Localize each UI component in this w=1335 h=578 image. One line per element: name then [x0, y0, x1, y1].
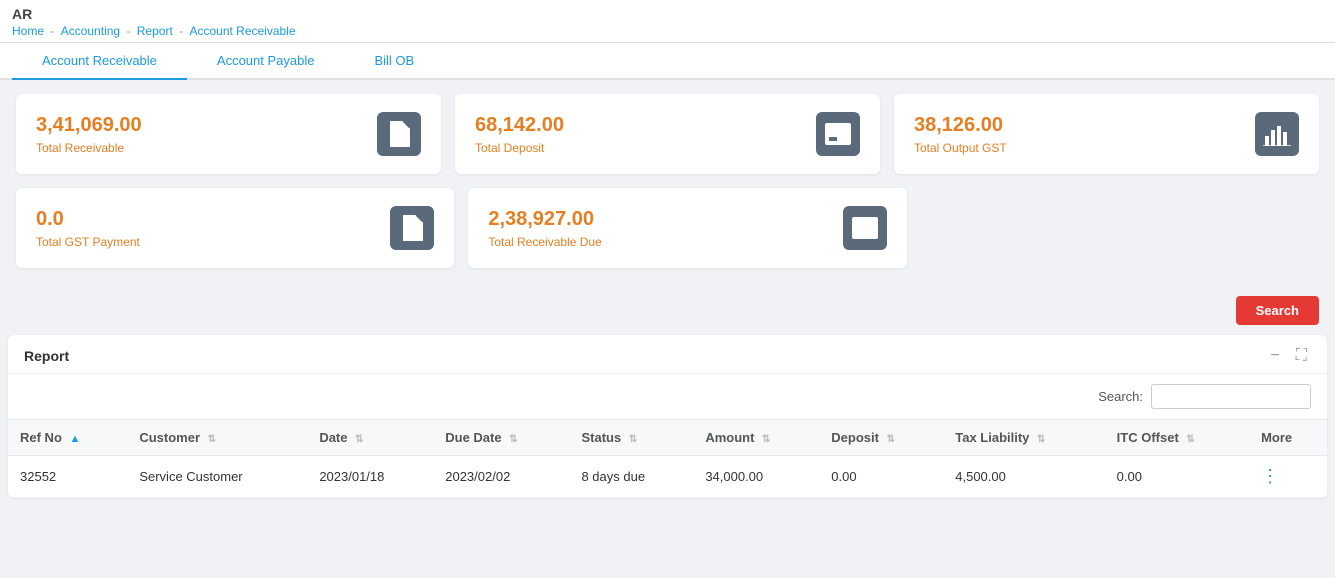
total-gst-payment-value: 0.0	[36, 208, 140, 231]
search-btn-row: Search	[0, 296, 1335, 335]
total-receivable-value: 3,41,069.00	[36, 114, 142, 137]
col-more: More	[1249, 420, 1327, 456]
tab-account-payable[interactable]: Account Payable	[187, 43, 345, 78]
sort-arrows-tax: ⇅	[1037, 434, 1045, 445]
total-receivable-label: Total Receivable	[36, 141, 142, 155]
card-spacer	[921, 188, 1319, 268]
sort-asc-icon: ▲	[70, 433, 81, 445]
header: AR Home - Accounting - Report - Account …	[0, 0, 1335, 43]
total-receivable-due-label: Total Receivable Due	[488, 235, 601, 249]
page-title: AR	[12, 6, 1323, 22]
card-total-receivable-due: 2,38,927.00 Total Receivable Due	[468, 188, 906, 268]
report-controls: − ⛶	[1266, 347, 1311, 365]
table-search-input[interactable]	[1151, 384, 1311, 409]
col-customer: Customer ⇅	[127, 420, 307, 456]
col-due-date: Due Date ⇅	[433, 420, 569, 456]
sort-arrows-status: ⇅	[629, 434, 637, 445]
tab-account-receivable[interactable]: Account Receivable	[12, 43, 187, 78]
card-total-deposit: 68,142.00 Total Deposit	[455, 94, 880, 174]
col-status: Status ⇅	[569, 420, 693, 456]
report-section: Report − ⛶ Search: Ref No ▲ Customer ⇅ D…	[8, 335, 1327, 498]
deposit-icon	[816, 112, 860, 156]
breadcrumb-ar[interactable]: Account Receivable	[189, 24, 295, 38]
card-total-receivable: 3,41,069.00 Total Receivable	[16, 94, 441, 174]
more-options-button[interactable]: ⋮	[1249, 456, 1327, 498]
more-dots-icon[interactable]: ⋮	[1261, 466, 1279, 486]
breadcrumb-home[interactable]: Home	[12, 24, 44, 38]
report-table: Ref No ▲ Customer ⇅ Date ⇅ Due Date ⇅ St…	[8, 419, 1327, 498]
col-deposit: Deposit ⇅	[819, 420, 943, 456]
breadcrumb-accounting[interactable]: Accounting	[61, 24, 120, 38]
cards-row-1: 3,41,069.00 Total Receivable 68,142.00 T…	[16, 94, 1319, 174]
total-deposit-label: Total Deposit	[475, 141, 564, 155]
tabs: Account Receivable Account Payable Bill …	[0, 43, 1335, 80]
sort-arrows-deposit: ⇅	[887, 434, 895, 445]
cards-row-2: 0.0 Total GST Payment 2,38,927.00 Total …	[16, 188, 1319, 268]
breadcrumb-report[interactable]: Report	[137, 24, 173, 38]
total-output-gst-value: 38,126.00	[914, 114, 1007, 137]
expand-button[interactable]: ⛶	[1292, 347, 1311, 365]
search-button[interactable]: Search	[1236, 296, 1319, 325]
deposit-icon-2	[843, 206, 887, 250]
sort-arrows-itc: ⇅	[1186, 434, 1194, 445]
total-output-gst-label: Total Output GST	[914, 141, 1007, 155]
cards-section: 3,41,069.00 Total Receivable 68,142.00 T…	[0, 80, 1335, 296]
document-icon-2	[390, 206, 434, 250]
sort-arrows-customer: ⇅	[208, 434, 216, 445]
chart-icon	[1255, 112, 1299, 156]
sort-arrows-due-date: ⇅	[509, 434, 517, 445]
document-icon	[377, 112, 421, 156]
card-total-gst-payment: 0.0 Total GST Payment	[16, 188, 454, 268]
col-tax-liability: Tax Liability ⇅	[943, 420, 1104, 456]
sort-arrows-amount: ⇅	[762, 434, 770, 445]
total-gst-payment-label: Total GST Payment	[36, 235, 140, 249]
tab-bill-ob[interactable]: Bill OB	[344, 43, 444, 78]
card-total-output-gst: 38,126.00 Total Output GST	[894, 94, 1319, 174]
breadcrumb: Home - Accounting - Report - Account Rec…	[12, 24, 1323, 38]
table-header-row: Ref No ▲ Customer ⇅ Date ⇅ Due Date ⇅ St…	[8, 420, 1327, 456]
table-toolbar: Search:	[8, 374, 1327, 419]
sort-arrows-date: ⇅	[355, 434, 363, 445]
table-row: 32552Service Customer2023/01/182023/02/0…	[8, 456, 1327, 498]
report-title: Report	[24, 348, 69, 364]
total-receivable-due-value: 2,38,927.00	[488, 208, 601, 231]
col-amount: Amount ⇅	[693, 420, 819, 456]
minimize-button[interactable]: −	[1266, 347, 1283, 365]
col-date: Date ⇅	[307, 420, 433, 456]
report-header: Report − ⛶	[8, 335, 1327, 374]
col-itc-offset: ITC Offset ⇅	[1105, 420, 1249, 456]
col-ref-no: Ref No ▲	[8, 420, 127, 456]
search-label: Search:	[1098, 389, 1143, 404]
total-deposit-value: 68,142.00	[475, 114, 564, 137]
